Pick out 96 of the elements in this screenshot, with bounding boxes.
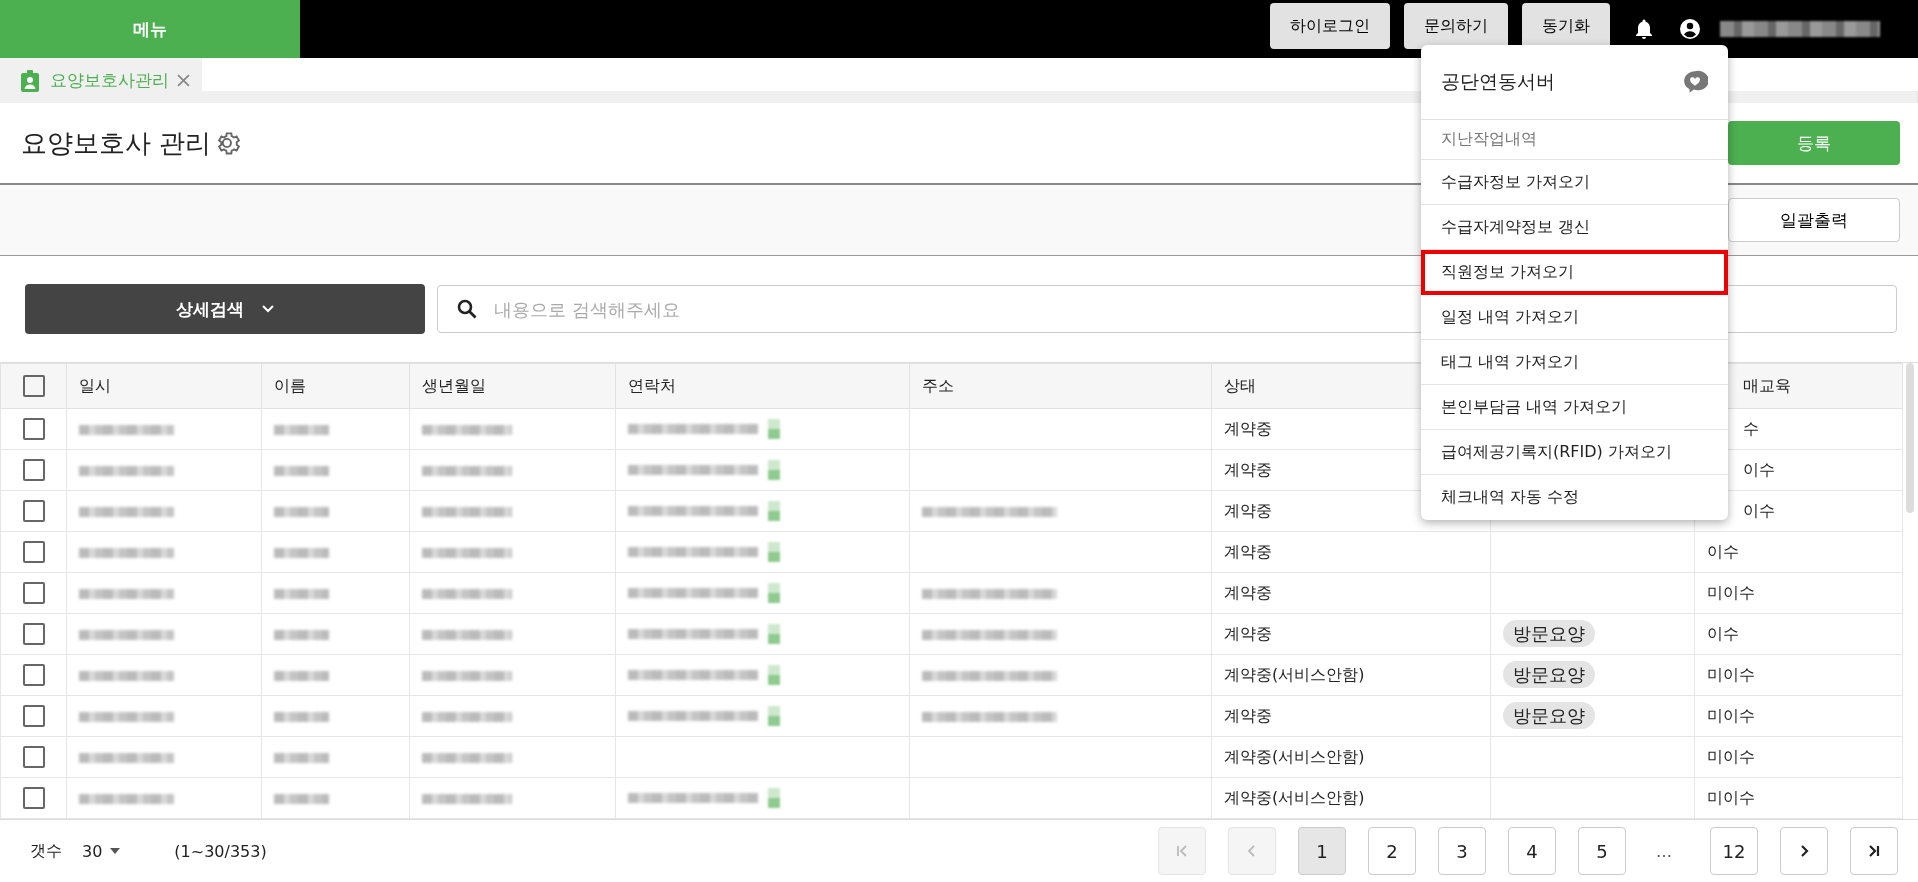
redacted-text — [274, 548, 329, 558]
menu-item[interactable]: 수급자정보 가져오기 — [1421, 160, 1728, 205]
page-button[interactable]: 3 — [1438, 827, 1486, 875]
checkbox[interactable] — [22, 500, 45, 522]
account-icon[interactable] — [1678, 17, 1702, 41]
top-button[interactable]: 하이로그인 — [1270, 3, 1390, 49]
checkbox[interactable] — [22, 459, 45, 481]
redacted-text — [274, 507, 329, 517]
table-cell: 미이수 — [1707, 664, 1755, 684]
table-cell: 미이수 — [1707, 582, 1755, 602]
checkbox[interactable] — [22, 746, 45, 768]
table-cell: 계약중 — [1224, 459, 1272, 479]
count-label: 갯수 — [30, 840, 62, 862]
status-icon — [768, 665, 780, 686]
last-page-button[interactable] — [1850, 827, 1898, 875]
ellipsis: … — [1655, 841, 1673, 861]
chat-icon — [1682, 69, 1708, 95]
tag: 방문요양 — [1503, 702, 1595, 729]
status-icon — [768, 788, 780, 809]
page-title: 요양보호사 관리 — [21, 126, 212, 160]
checkbox[interactable] — [22, 418, 45, 440]
page-button[interactable]: 2 — [1368, 827, 1416, 875]
checkbox[interactable] — [22, 582, 45, 604]
redacted-text — [274, 794, 329, 804]
last-page-icon — [1866, 843, 1882, 859]
first-page-icon — [1174, 843, 1190, 859]
menu-title: 공단연동서버 — [1441, 69, 1555, 94]
redacted-text — [274, 671, 329, 681]
redacted-text — [274, 712, 329, 722]
search-icon — [455, 297, 479, 321]
chevron-icon — [262, 305, 274, 313]
tag: 방문요양 — [1503, 620, 1595, 647]
status-icon — [768, 419, 780, 440]
checkbox[interactable] — [22, 541, 45, 563]
redacted-text — [274, 630, 329, 640]
print-button[interactable]: 일괄출력 — [1728, 198, 1900, 242]
page-button[interactable]: 5 — [1578, 827, 1626, 875]
status-icon — [768, 542, 780, 563]
table-cell: 미이수 — [1707, 746, 1755, 766]
menu-item[interactable]: 일정 내역 가져오기 — [1421, 295, 1728, 340]
top-button[interactable]: 문의하기 — [1404, 3, 1508, 49]
table-cell: 계약중 — [1224, 541, 1272, 561]
menu-item[interactable]: 직원정보 가져오기 — [1421, 250, 1728, 295]
table-cell: 계약중 — [1224, 705, 1272, 725]
table-cell: 미이수 — [1707, 705, 1755, 725]
menu-item[interactable]: 체크내역 자동 수정 — [1421, 475, 1728, 520]
menu-item[interactable]: 본인부담금 내역 가져오기 — [1421, 385, 1728, 430]
table-cell: 계약중 — [1224, 500, 1272, 520]
menu-item[interactable]: 수급자계약정보 갱신 — [1421, 205, 1728, 250]
tag: 방문요양 — [1503, 661, 1595, 688]
menu-caption: 지난작업내역 — [1421, 120, 1728, 160]
page-button[interactable]: 1 — [1298, 827, 1346, 875]
table-cell: 미이수 — [1707, 787, 1755, 807]
status-icon — [768, 624, 780, 645]
page-button[interactable]: 4 — [1508, 827, 1556, 875]
table-cell: 계약중(서비스안함) — [1224, 746, 1365, 766]
redacted-text — [274, 425, 329, 435]
close-icon[interactable] — [177, 74, 190, 87]
page-size-dropdown[interactable]: 30 — [82, 841, 121, 861]
column-header: 연락처 — [628, 375, 676, 395]
table-cell: 이수 — [1743, 459, 1775, 479]
table-cell: 수 — [1743, 418, 1759, 438]
checkbox[interactable] — [22, 623, 45, 645]
detail-search-button[interactable]: 상세검색 — [25, 284, 425, 334]
table-cell: 계약중(서비스안함) — [1224, 664, 1365, 684]
status-icon — [768, 501, 780, 522]
status-icon — [768, 706, 780, 727]
column-header: 매교육 — [1743, 375, 1791, 395]
redacted-text — [274, 589, 329, 599]
table-cell: 계약중 — [1224, 582, 1272, 602]
menu-item[interactable]: 태그 내역 가져오기 — [1421, 340, 1728, 385]
column-header: 주소 — [922, 375, 954, 395]
checkbox[interactable] — [22, 787, 45, 809]
table-cell: 계약중(서비스안함) — [1224, 787, 1365, 807]
checkbox[interactable] — [22, 705, 45, 727]
table-cell: 이수 — [1707, 541, 1739, 561]
column-header: 이름 — [274, 375, 306, 395]
table-cell: 계약중 — [1224, 623, 1272, 643]
status-icon — [768, 460, 780, 481]
table-cell: 계약중 — [1224, 418, 1272, 438]
badge-icon — [18, 68, 42, 93]
column-header: 일시 — [79, 375, 111, 395]
column-header: 상태 — [1224, 375, 1256, 395]
scrollbar[interactable] — [1906, 363, 1914, 513]
page-button[interactable]: 12 — [1710, 827, 1758, 875]
status-icon — [768, 583, 780, 604]
checkbox[interactable] — [22, 375, 45, 397]
table-cell: 이수 — [1743, 500, 1775, 520]
redacted-text — [274, 753, 329, 763]
caret-icon — [110, 848, 121, 854]
redacted-text — [274, 466, 329, 476]
checkbox[interactable] — [22, 664, 45, 686]
menu-item[interactable]: 급여제공기록지(RFID) 가져오기 — [1421, 430, 1728, 475]
column-header: 생년월일 — [422, 375, 486, 395]
range-text: (1~30/353) — [174, 841, 267, 861]
table-cell: 이수 — [1707, 623, 1739, 643]
